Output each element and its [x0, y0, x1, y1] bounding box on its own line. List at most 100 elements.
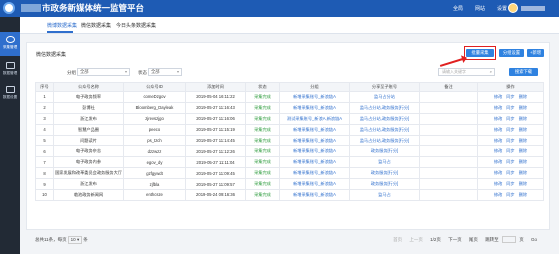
row-number: 9	[35, 178, 54, 191]
sync-link[interactable]: 同步	[506, 192, 514, 197]
added-time: 2019-05-27 11:16:06	[185, 112, 246, 125]
sync-link[interactable]: 同步	[506, 148, 514, 153]
group-cell[interactable]: 新增采集账号_新浪链A	[279, 123, 350, 136]
group-cell[interactable]: 新增采集账号_新浪链A	[279, 156, 350, 169]
sync-link[interactable]: 同步	[506, 94, 514, 99]
delete-link[interactable]: 删除	[519, 94, 527, 99]
sync-link[interactable]: 同步	[506, 138, 514, 143]
next-page-link[interactable]: 下一页	[448, 237, 462, 242]
share-cell[interactable]: 政务服务[行分]	[349, 178, 420, 191]
note-cell	[419, 91, 478, 103]
top-header: 市政务新媒体统一监管平台 全局 网站 设置	[0, 0, 559, 17]
share-cell[interactable]: 监马占分站,政务服务[行分]	[349, 123, 420, 136]
group-select[interactable]: 全部 ▾	[77, 68, 130, 76]
status-select[interactable]: 全部 ▾	[148, 68, 182, 76]
sidebar-item-settings[interactable]: 数据设置	[0, 82, 20, 106]
tab-weixin[interactable]: 微信数据采集	[81, 22, 111, 29]
tab-toutiao[interactable]: 今日头条数据采集	[116, 22, 156, 29]
delete-link[interactable]: 删除	[519, 105, 527, 110]
added-time: 2019-05-27 11:11:04	[185, 156, 246, 169]
share-cell[interactable]: 监马占分站	[349, 91, 420, 103]
delete-link[interactable]: 删除	[519, 170, 527, 175]
edit-link[interactable]: 修改	[494, 127, 502, 132]
delete-link[interactable]: 删除	[519, 181, 527, 186]
edit-link[interactable]: 修改	[494, 105, 502, 110]
page-info: 1/2页	[430, 236, 441, 242]
sync-link[interactable]: 同步	[506, 127, 514, 132]
share-cell[interactable]: 政务服务[行分]	[349, 167, 420, 180]
share-cell[interactable]: 监马占	[349, 156, 420, 169]
sync-link[interactable]: 同步	[506, 105, 514, 110]
account-name: 彭博社	[53, 101, 124, 114]
group-cell[interactable]: 新增采集账号_新浪链A	[279, 91, 350, 103]
jump-page-input[interactable]	[501, 236, 516, 243]
edit-link[interactable]: 修改	[494, 148, 502, 153]
sidebar-item-data[interactable]: 数据管理	[0, 58, 20, 82]
status-select-value: 全部	[151, 69, 160, 74]
sync-link[interactable]: 同步	[506, 170, 514, 175]
group-cell[interactable]: 新增采集账号_新浪链A	[279, 167, 350, 180]
go-button[interactable]: Go	[531, 237, 537, 242]
group-cell[interactable]: 新增采集账号_新浪链A	[279, 178, 350, 191]
search-input[interactable]: 请输入关键字 ⌕	[438, 68, 495, 76]
nav-settings[interactable]: 设置	[497, 5, 507, 12]
edit-link[interactable]: 修改	[494, 138, 502, 143]
edit-link[interactable]: 修改	[494, 94, 502, 99]
sidebar-item-collect[interactable]: 采集管理	[0, 32, 20, 56]
group-setting-button[interactable]: 分组设置	[499, 49, 524, 57]
edit-link[interactable]: 修改	[494, 170, 502, 175]
delete-link[interactable]: 删除	[519, 192, 527, 197]
user-menu[interactable]	[508, 3, 545, 13]
note-cell	[419, 123, 478, 136]
delete-link[interactable]: 删除	[519, 148, 527, 153]
share-cell[interactable]: 监马占分站,政务服务[行分]	[349, 101, 420, 114]
delete-link[interactable]: 删除	[519, 127, 527, 132]
table-row: 10 临池政务新闻网 enthcsze 2019-05-24 09:16:36 采集完成…	[35, 189, 544, 201]
group-cell[interactable]: 新增采集账号_新浪链A	[279, 101, 350, 114]
search-download-button[interactable]: 搜索下载	[509, 68, 538, 76]
search-placeholder: 请输入关键字	[442, 69, 466, 74]
delete-link[interactable]: 删除	[519, 138, 527, 143]
added-time: 2019-05-24 09:16:36	[185, 189, 246, 201]
sync-link[interactable]: 同步	[506, 181, 514, 186]
last-page-link[interactable]: 尾页	[469, 237, 478, 242]
status-cell: 采集完成	[245, 189, 280, 201]
account-name: 浙江发布	[53, 112, 124, 125]
share-cell[interactable]: 监马占	[349, 189, 420, 201]
delete-link[interactable]: 删除	[519, 116, 527, 121]
col-header: 分享至子账号	[349, 82, 420, 92]
settings-icon	[5, 86, 15, 93]
group-cell[interactable]: 测试采集账号_新浪A,新浪链A	[279, 112, 350, 125]
col-header: 操作	[477, 82, 544, 92]
search-icon: ⌕	[489, 69, 492, 74]
group-cell[interactable]: 新增采集账号_新浪链A	[279, 189, 350, 201]
nav-site[interactable]: 网站	[475, 5, 485, 12]
group-cell[interactable]: 新增采集账号_新浪链A	[279, 145, 350, 158]
group-cell[interactable]: 新增采集账号_新浪链A	[279, 134, 350, 147]
share-cell[interactable]: 政务服务[行分]	[349, 145, 420, 158]
operations-cell: 修改 同步 删除	[477, 156, 544, 169]
account-name: 浙江发布	[53, 178, 124, 191]
avatar	[508, 3, 518, 13]
edit-link[interactable]: 修改	[494, 159, 502, 164]
share-cell[interactable]: 监马占分站,政务服务[行分]	[349, 112, 420, 125]
first-page-link[interactable]: 首页	[393, 237, 402, 242]
account-id: Bloomberg_Dayleak	[123, 101, 186, 114]
edit-link[interactable]: 修改	[494, 181, 502, 186]
page-size-select[interactable]: 10 ▾	[67, 236, 83, 244]
edit-link[interactable]: 修改	[494, 192, 502, 197]
sync-link[interactable]: 同步	[506, 116, 514, 121]
sync-link[interactable]: 同步	[506, 159, 514, 164]
tab-weibo[interactable]: 微博数据采集	[47, 22, 77, 29]
status-cell: 采集完成	[245, 112, 280, 125]
share-cell[interactable]: 监马占分站,政务服务[行分]	[349, 134, 420, 147]
sidebar-item-label: 数据设置	[2, 95, 18, 99]
delete-link[interactable]: 删除	[519, 159, 527, 164]
logo-icon	[3, 2, 15, 14]
prev-page-link[interactable]: 上一页	[409, 237, 423, 242]
batch-crawl-button[interactable]: 批量采集	[466, 49, 494, 57]
edit-link[interactable]: 修改	[494, 116, 502, 121]
top-nav: 全局 网站 设置	[453, 5, 507, 12]
add-button[interactable]: +新增	[527, 49, 544, 57]
nav-global[interactable]: 全局	[453, 5, 463, 12]
